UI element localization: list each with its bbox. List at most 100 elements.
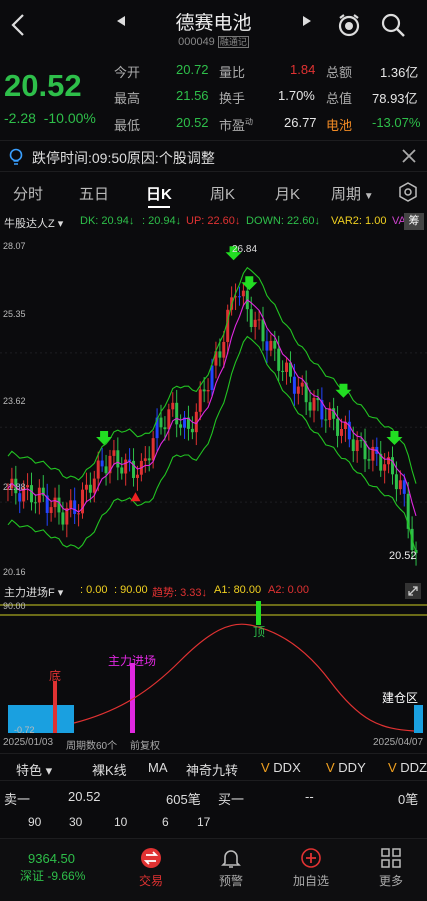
nav-more[interactable]: 更多 (361, 847, 421, 889)
candle-body (159, 417, 163, 428)
stock-code: 000049 融通记 (178, 36, 249, 48)
chip-badge[interactable]: 筹 (404, 213, 424, 230)
candle-body (237, 296, 241, 298)
active-tab-indicator (148, 206, 170, 208)
pe-value: 26.77 (284, 115, 317, 130)
queue-item: 30 (69, 815, 83, 829)
accumulation-label: 建仓区 (382, 691, 419, 705)
toolbar-ddy[interactable]: V DDY (326, 760, 366, 775)
candle-body (292, 376, 296, 394)
hexagon-settings-icon[interactable] (398, 182, 418, 205)
candle-body (18, 493, 22, 502)
toolbar-featured[interactable]: 特色 ▾ (16, 760, 52, 779)
search-icon[interactable] (380, 12, 406, 41)
candle-body (198, 389, 202, 412)
toolbar-ddz[interactable]: V DDZ (388, 760, 427, 775)
toolbar-ddx[interactable]: V DDX (261, 760, 301, 775)
toolbar-naked-k[interactable]: 裸K线 (92, 760, 127, 779)
candle-body (241, 290, 245, 297)
nav-alert[interactable]: 预警 (201, 847, 261, 889)
nav-add-watchlist[interactable]: 加自选 (281, 847, 341, 889)
period-count: 周期数60个 (66, 741, 118, 752)
candle-body (281, 370, 285, 372)
pe-label: 市盈动 (219, 117, 254, 133)
candle-body (257, 319, 261, 321)
candle-body (116, 450, 120, 468)
date-row: 2025/01/03 周期数60个 前复权 2025/04/07 (0, 737, 427, 752)
triangle-left-icon[interactable] (116, 14, 126, 30)
candle-body (84, 484, 88, 490)
sell1-price: 20.52 (68, 789, 101, 804)
trend-line (73, 623, 415, 732)
last-price-label: 20.52 (389, 550, 417, 562)
nav-add-watchlist-label: 加自选 (292, 874, 329, 888)
sub-indicator-selector[interactable]: 主力进场F ▾ (4, 584, 63, 600)
candle-body (296, 386, 300, 394)
sub-a2: A2: 0.00 (268, 584, 309, 596)
candle-body (147, 458, 151, 461)
sub-indicator-chart[interactable] (0, 601, 427, 735)
amount-value: 1.36亿 (380, 65, 419, 80)
down-value: DOWN: 22.60↓ (246, 215, 320, 227)
nav-alert-label: 预警 (218, 874, 243, 888)
adjust-mode[interactable]: 前复权 (130, 737, 160, 752)
accumulation-zone (414, 705, 423, 733)
alarm-clock-icon[interactable] (336, 12, 362, 41)
y-label-bottom: 20.16 (3, 567, 26, 577)
candle-body (218, 351, 222, 358)
stock-detail-screen: 德赛电池 000049 融通记 20.52 -2.28 -10.00% 今开 2… (0, 0, 427, 901)
candle-body (88, 484, 92, 493)
candle-body (308, 402, 312, 411)
limit-down-notice[interactable]: 跌停时间:09:50原因:个股调整 (0, 140, 427, 172)
nav-trade[interactable]: 交易 (121, 847, 181, 889)
tab-daily[interactable]: 日K (146, 183, 172, 204)
trade-icon (141, 848, 161, 868)
toolbar-ma[interactable]: MA (148, 760, 168, 775)
indicator-selector[interactable]: 牛股达人Z ▾ (4, 215, 63, 231)
tab-monthly[interactable]: 月K (275, 183, 300, 204)
toolbar-magic-nine[interactable]: 神奇九转 (186, 760, 238, 779)
period-tabs: 分时 五日 日K 周K 月K 周期 ▼ (0, 174, 427, 210)
y-label-top: 28.07 (3, 241, 26, 251)
candle-body (261, 319, 265, 342)
sector-change: -13.07% (372, 115, 421, 130)
mcap-label: 总值 (326, 91, 353, 106)
end-date: 2025/04/07 (373, 737, 424, 748)
candle-body (359, 440, 363, 442)
orderbook: 卖一 20.52 605笔 买一 -- 0笔 90 30 10 6 17 (0, 785, 427, 833)
candle-body (367, 459, 371, 461)
triangle-right-icon[interactable] (302, 14, 312, 30)
candle-body (210, 365, 214, 391)
candle-body (273, 340, 277, 349)
y-label-2: 25.35 (3, 309, 26, 319)
turnover-label: 换手 (219, 91, 246, 106)
candlestick-chart[interactable] (0, 232, 427, 580)
bottom-signal-bar (53, 681, 57, 733)
tab-intraday[interactable]: 分时 (13, 183, 43, 204)
candle-body (163, 427, 167, 430)
candle-body (26, 485, 30, 488)
close-icon[interactable] (402, 149, 416, 166)
chevron-left-icon[interactable] (10, 12, 26, 42)
candle-body (206, 390, 210, 392)
last-price: 20.52 (4, 68, 82, 103)
expand-icon[interactable] (404, 582, 422, 601)
candle-body (398, 480, 402, 490)
bell-icon (221, 850, 241, 868)
candle-body (151, 438, 155, 461)
candle-body (269, 340, 273, 351)
candle-body (167, 409, 171, 430)
candle-body (100, 460, 104, 467)
bottom-nav: 9364.50 深证 -9.66% 交易 预警 加自选 更多 (0, 838, 427, 901)
candle-body (300, 382, 304, 387)
tab-period[interactable]: 周期 ▼ (331, 183, 374, 204)
candle-body (57, 497, 61, 513)
queue-item: 6 (162, 815, 169, 829)
tab-5day[interactable]: 五日 (79, 183, 109, 204)
up-value: UP: 22.60↓ (186, 215, 241, 227)
v2-value: : 20.94↓ (142, 215, 182, 227)
index-summary[interactable]: 深证 -9.66% (20, 867, 85, 884)
sector-link[interactable]: 电池 (326, 115, 352, 134)
tab-weekly[interactable]: 周K (210, 183, 235, 204)
start-date: 2025/01/03 (3, 737, 54, 748)
